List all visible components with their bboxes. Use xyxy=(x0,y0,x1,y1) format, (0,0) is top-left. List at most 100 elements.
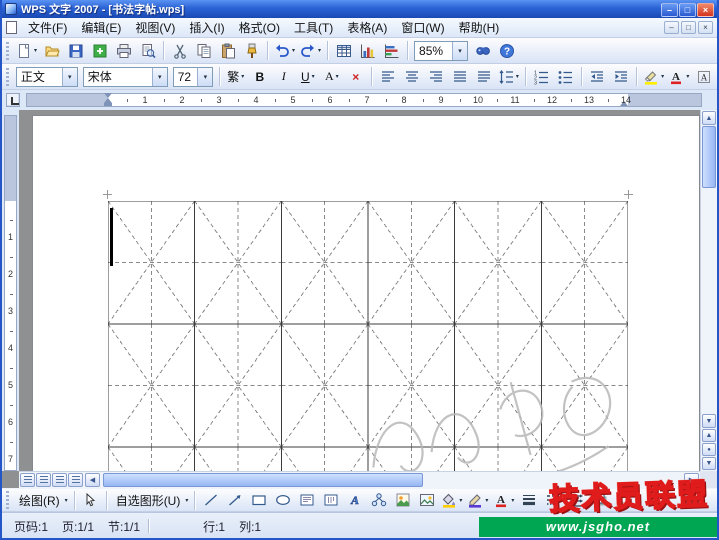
minimize-button[interactable]: – xyxy=(661,3,678,17)
insert-table-button[interactable] xyxy=(332,40,355,62)
menu-item-help[interactable]: 帮助(H) xyxy=(452,19,507,37)
document-minimize-button[interactable]: – xyxy=(664,21,679,34)
normal-view-button[interactable] xyxy=(20,473,35,487)
document-restore-button[interactable]: □ xyxy=(681,21,696,34)
text-box-button[interactable] xyxy=(295,489,318,511)
menu-item-tools[interactable]: 工具(T) xyxy=(287,19,340,37)
dropdown-arrow-icon[interactable]: ▾ xyxy=(452,42,467,60)
cut-button[interactable] xyxy=(168,40,191,62)
copy-button[interactable] xyxy=(192,40,215,62)
align-justify-button[interactable] xyxy=(448,66,471,88)
autoshapes-menu-button[interactable]: 自选图形(U)▾ xyxy=(111,489,191,511)
scroll-up-button[interactable]: ▲ xyxy=(702,111,716,125)
style-combo[interactable]: 正文▾ xyxy=(16,67,78,87)
redo-button[interactable]: ▾ xyxy=(298,40,323,62)
outdent-button[interactable] xyxy=(585,66,608,88)
outline-view-button[interactable] xyxy=(68,473,83,487)
vertical-scrollbar[interactable]: ▲ ▼ ▲ ● ▼ xyxy=(700,110,717,471)
toolbar-grip xyxy=(6,491,9,509)
paste-button[interactable] xyxy=(216,40,239,62)
oval-button[interactable] xyxy=(271,489,294,511)
print-preview-button[interactable] xyxy=(136,40,159,62)
menu-item-window[interactable]: 窗口(W) xyxy=(394,19,451,37)
align-distribute-button[interactable] xyxy=(472,66,495,88)
size-combo[interactable]: 72▾ xyxy=(173,67,214,87)
arrow-button[interactable] xyxy=(223,489,246,511)
vertical-ruler[interactable]: 1234567 xyxy=(2,110,19,471)
align-left-button[interactable] xyxy=(376,66,399,88)
menu-item-insert[interactable]: 插入(I) xyxy=(182,19,231,37)
chart-bar-button[interactable] xyxy=(380,40,403,62)
arrow-icon xyxy=(227,492,243,508)
scroll-left-button[interactable]: ◀ xyxy=(85,473,100,487)
select-browse-object-button[interactable]: ● xyxy=(702,443,716,456)
horizontal-ruler[interactable]: 1234567891011121314 xyxy=(26,93,702,107)
char-border-button[interactable]: A xyxy=(692,66,715,88)
menu-item-format[interactable]: 格式(O) xyxy=(232,19,287,37)
tab-stop-selector[interactable] xyxy=(6,93,20,107)
numbering-button[interactable]: 123 xyxy=(530,66,553,88)
menu-item-table[interactable]: 表格(A) xyxy=(340,19,394,37)
menu-item-edit[interactable]: 编辑(E) xyxy=(74,19,128,37)
clip-art-button[interactable] xyxy=(391,489,414,511)
align-right-button[interactable] xyxy=(424,66,447,88)
vertical-scroll-thumb[interactable] xyxy=(702,126,716,188)
find-button[interactable] xyxy=(471,40,494,62)
menu-item-file[interactable]: 文件(F) xyxy=(21,19,74,37)
rectangle-button[interactable] xyxy=(247,489,270,511)
dropdown-arrow-icon[interactable]: ▾ xyxy=(62,68,77,86)
convert-traditional-button[interactable]: 繁▾ xyxy=(224,66,247,88)
font-effect-button[interactable]: A▾ xyxy=(320,66,343,88)
bold-button[interactable]: B xyxy=(248,66,271,88)
align-center-button[interactable] xyxy=(400,66,423,88)
print-button[interactable] xyxy=(112,40,135,62)
dropdown-arrow-icon[interactable]: ▾ xyxy=(197,68,212,86)
left-indent-marker[interactable] xyxy=(104,103,112,106)
fill-color-button[interactable]: ▾ xyxy=(439,489,464,511)
dropdown-arrow-icon[interactable]: ▾ xyxy=(152,68,167,86)
ruler-number: 11 xyxy=(510,95,520,105)
document-page[interactable] xyxy=(32,115,700,471)
underline-button[interactable]: U▾ xyxy=(296,66,319,88)
italic-button[interactable]: I xyxy=(272,66,295,88)
web-view-button[interactable] xyxy=(36,473,51,487)
vertical-text-box-button[interactable] xyxy=(319,489,342,511)
page-view-button[interactable] xyxy=(52,473,67,487)
scroll-down-button[interactable]: ▼ xyxy=(702,414,716,428)
export-icon xyxy=(92,43,108,59)
save-button[interactable] xyxy=(64,40,87,62)
undo-button[interactable]: ▾ xyxy=(272,40,297,62)
select-cursor-button[interactable] xyxy=(79,489,102,511)
line-spacing-button[interactable]: ▾ xyxy=(496,66,520,88)
export-button[interactable] xyxy=(88,40,111,62)
maximize-button[interactable]: □ xyxy=(679,3,696,17)
format-painter-button[interactable] xyxy=(240,40,263,62)
bullets-button[interactable] xyxy=(554,66,577,88)
document-close-button[interactable]: × xyxy=(698,21,713,34)
status-divider xyxy=(148,519,149,533)
ruler-tick xyxy=(423,99,424,102)
zoom-combo[interactable]: 85%▾ xyxy=(414,41,468,61)
font-combo[interactable]: 宋体▾ xyxy=(83,67,168,87)
insert-diagram-button[interactable] xyxy=(367,489,390,511)
draw-menu-button[interactable]: 绘图(R)▾ xyxy=(14,489,70,511)
indent-button[interactable] xyxy=(609,66,632,88)
chart-column-button[interactable] xyxy=(356,40,379,62)
highlight-button[interactable]: ▾ xyxy=(641,66,665,88)
previous-page-button[interactable]: ▲ xyxy=(702,429,716,442)
line-button[interactable] xyxy=(199,489,222,511)
insert-picture-button[interactable] xyxy=(415,489,438,511)
close-button[interactable]: × xyxy=(697,3,714,17)
toolbar-separator xyxy=(163,41,164,60)
new-button[interactable]: ▾ xyxy=(14,40,39,62)
word-art-button[interactable]: A xyxy=(343,489,366,511)
next-page-button[interactable]: ▼ xyxy=(702,457,716,470)
font-color-button[interactable]: A▾ xyxy=(667,66,691,88)
horizontal-scroll-thumb[interactable] xyxy=(103,473,423,487)
menu-item-view[interactable]: 视图(V) xyxy=(128,19,182,37)
help-button[interactable]: ? xyxy=(495,40,518,62)
clear-format-button[interactable]: × xyxy=(344,66,367,88)
font-combo-value: 宋体 xyxy=(84,68,152,85)
toolbar-separator xyxy=(219,67,220,86)
open-button[interactable] xyxy=(40,40,63,62)
